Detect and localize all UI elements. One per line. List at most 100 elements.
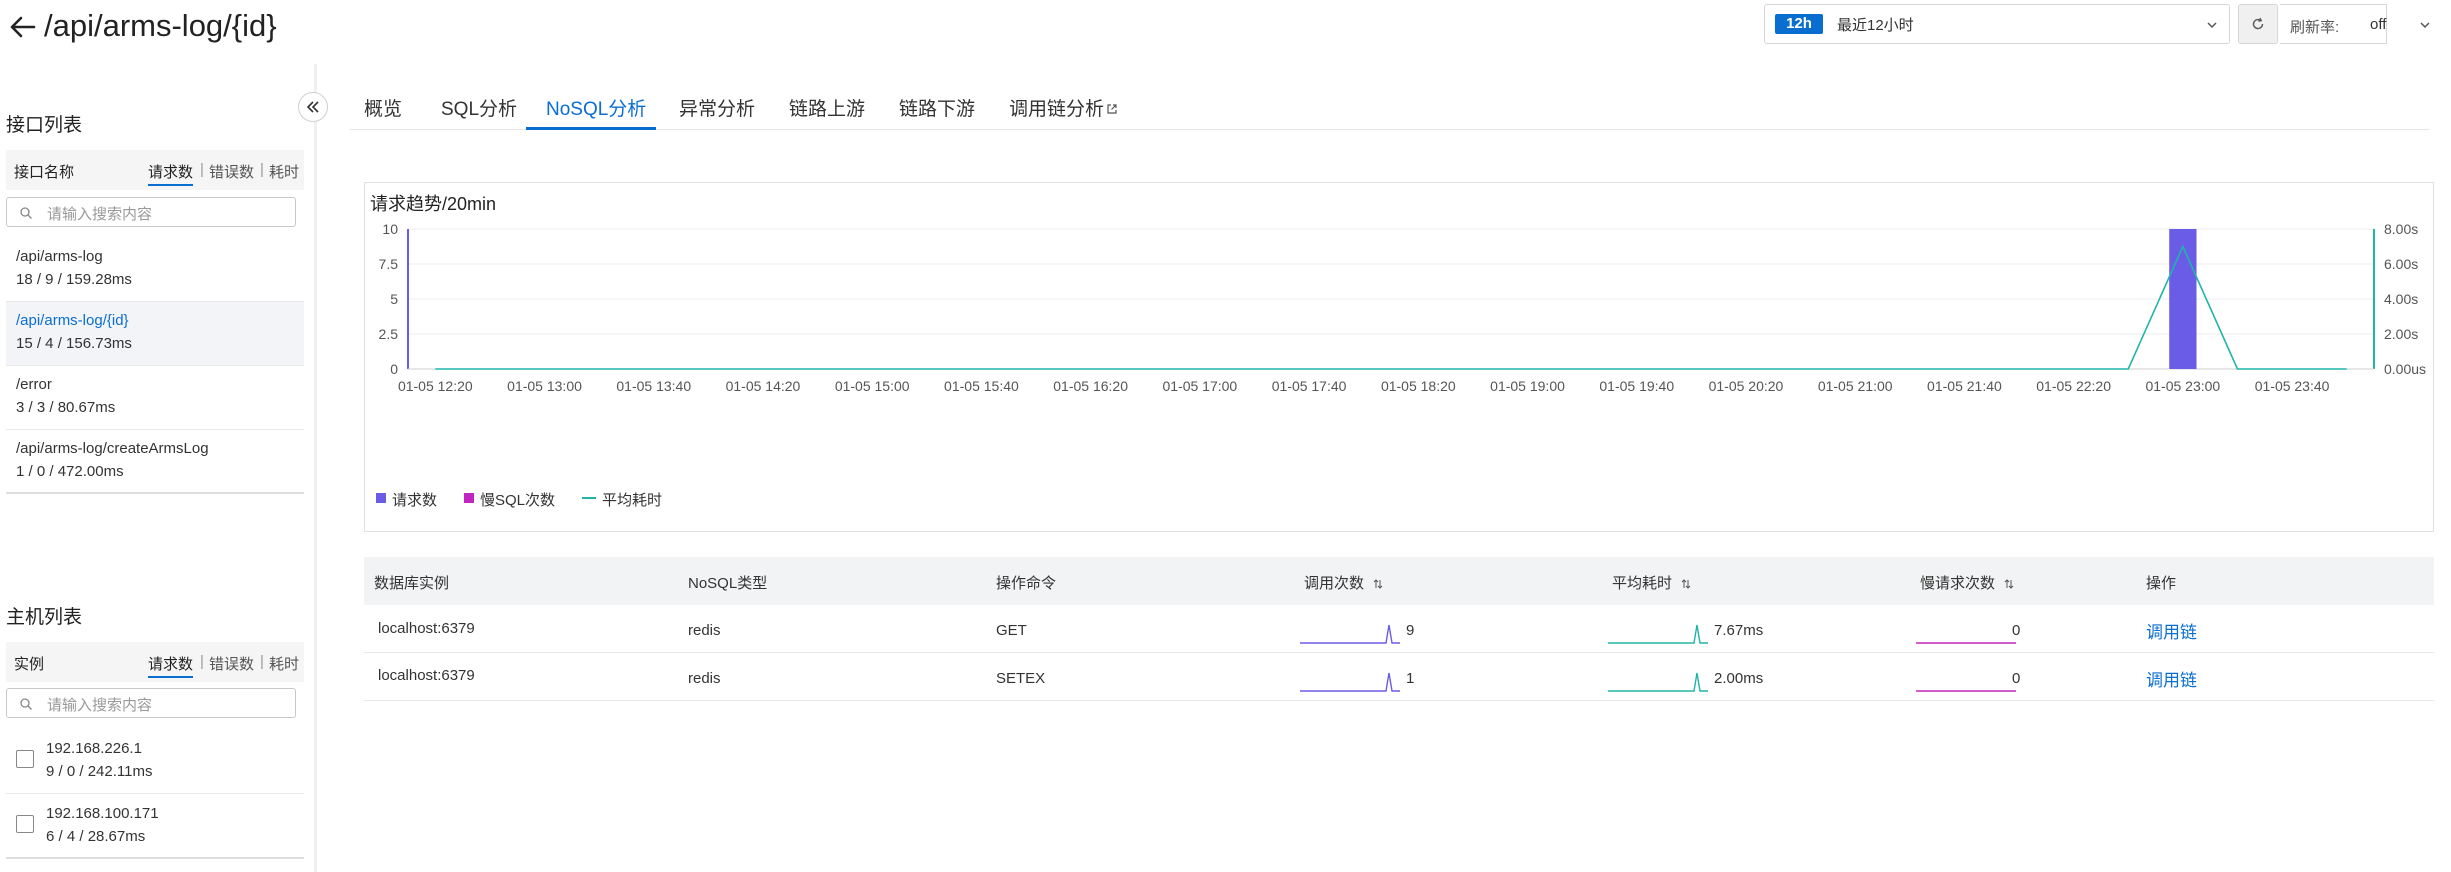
api-stat: 1 / 0 / 472.00ms [16, 463, 124, 480]
tab-sql-analysis[interactable]: SQL分析 [441, 94, 517, 121]
refresh-rate-control[interactable]: 刷新率: off [2280, 4, 2430, 44]
col-slow-requests[interactable]: 慢请求次数 [1920, 572, 2015, 593]
host-list-item[interactable]: 192.168.100.171 6 / 4 / 28.67ms [6, 795, 304, 859]
x-tick-label: 01-05 13:40 [616, 378, 691, 394]
host-checkbox[interactable] [16, 750, 34, 768]
col-nosql-type: NoSQL类型 [688, 575, 768, 592]
api-list-item-selected[interactable]: /api/arms-log/{id} 15 / 4 / 156.73ms [6, 302, 304, 366]
api-name: /api/arms-log/{id} [16, 312, 129, 329]
legend-item-avg-time[interactable]: 平均耗时 [582, 489, 662, 510]
double-chevron-left-icon [306, 101, 319, 113]
y-left-tick-label: 2.5 [379, 326, 399, 342]
api-stat: 15 / 4 / 156.73ms [16, 335, 132, 352]
bar-requests [2169, 229, 2197, 369]
refresh-icon [2252, 17, 2264, 30]
metric-tab-errors[interactable]: 错误数 [209, 653, 254, 674]
api-stat: 3 / 3 / 80.67ms [16, 399, 116, 416]
y-left-tick-label: 0 [390, 361, 398, 377]
host-search-placeholder: 请输入搜索内容 [47, 697, 153, 714]
y-right-tick-label: 6.00s [2384, 256, 2418, 272]
sort-icon[interactable] [2003, 578, 2015, 590]
x-tick-label: 01-05 14:20 [726, 378, 801, 394]
cell-command: SETEX [996, 670, 1046, 687]
api-list-title: 接口列表 [6, 115, 83, 136]
api-list-header: 接口名称 请求数 | 错误数 | 耗时 [6, 150, 304, 190]
external-link-icon [1107, 104, 1117, 114]
x-tick-label: 01-05 21:40 [1927, 378, 2002, 394]
y-right-tick-label: 0.00us [2384, 361, 2426, 377]
host-search-input[interactable]: 请输入搜索内容 [6, 688, 296, 718]
host-checkbox[interactable] [16, 815, 34, 833]
chart-title: 请求趋势/20min [370, 194, 497, 214]
legend-item-slow-sql[interactable]: 慢SQL次数 [464, 489, 555, 510]
x-tick-label: 01-05 17:40 [1272, 378, 1347, 394]
avg-time-sparkline [1608, 672, 1708, 692]
sort-icon[interactable] [1680, 578, 1692, 590]
api-search-placeholder: 请输入搜索内容 [47, 206, 153, 223]
tab-exception-analysis[interactable]: 异常分析 [679, 94, 755, 121]
tab-downstream[interactable]: 链路下游 [899, 94, 975, 121]
sort-icon[interactable] [1372, 578, 1384, 590]
y-left-tick-label: 10 [382, 221, 398, 237]
cell-slow: 0 [2012, 670, 2021, 687]
time-range-select[interactable]: 12h 最近12小时 [1764, 4, 2230, 44]
api-name-column: 接口名称 [14, 164, 75, 181]
host-list-item[interactable]: 192.168.226.1 9 / 0 / 242.11ms [6, 730, 304, 794]
time-range-badge: 12h [1775, 14, 1823, 34]
x-tick-label: 01-05 15:40 [944, 378, 1019, 394]
collapse-sidebar-button[interactable] [298, 92, 328, 122]
legend-item-requests[interactable]: 请求数 [376, 489, 437, 510]
host-stat: 9 / 0 / 242.11ms [46, 763, 153, 780]
slow-requests-sparkline [1916, 642, 2016, 644]
search-icon [20, 698, 32, 710]
tab-overview[interactable]: 概览 [364, 94, 402, 121]
col-command: 操作命令 [996, 575, 1057, 592]
table-row: localhost:6379 redis SETEX 1 2.00ms 0 调用… [364, 653, 2434, 701]
tab-trace-analysis[interactable]: 调用链分析 [1009, 94, 1118, 121]
col-action: 操作 [2146, 575, 2177, 592]
host-name: 192.168.100.171 [46, 805, 159, 822]
api-name: /error [16, 376, 52, 393]
cell-calls: 1 [1406, 670, 1415, 687]
api-list-item[interactable]: /error 3 / 3 / 80.67ms [6, 366, 304, 430]
x-tick-label: 01-05 12:20 [398, 378, 473, 394]
nosql-table-header: 数据库实例 NoSQL类型 操作命令 调用次数 平均耗时 慢请求次数 操作 [364, 557, 2434, 605]
api-list-item[interactable]: /api/arms-log/createArmsLog 1 / 0 / 472.… [6, 430, 304, 494]
cell-avg-time: 2.00ms [1714, 670, 1764, 687]
calls-sparkline [1300, 624, 1400, 644]
col-calls[interactable]: 调用次数 [1304, 572, 1384, 593]
host-name-column: 实例 [14, 656, 45, 673]
sidebar-divider[interactable] [314, 64, 317, 872]
metric-tab-duration[interactable]: 耗时 [269, 653, 299, 674]
api-search-input[interactable]: 请输入搜索内容 [6, 197, 296, 227]
metric-tab-requests[interactable]: 请求数 [148, 161, 194, 186]
chart-legend: 请求数 慢SQL次数 平均耗时 [376, 489, 776, 509]
trace-link[interactable]: 调用链 [2146, 618, 2197, 643]
tab-upstream[interactable]: 链路上游 [789, 94, 865, 121]
metric-tab-duration[interactable]: 耗时 [269, 161, 299, 182]
x-tick-label: 01-05 23:40 [2255, 378, 2330, 394]
y-left-tick-label: 5 [390, 291, 398, 307]
chevron-down-icon [2207, 22, 2217, 29]
cell-slow: 0 [2012, 622, 2021, 639]
col-avg-time[interactable]: 平均耗时 [1612, 572, 1692, 593]
host-list-header: 实例 请求数 | 错误数 | 耗时 [6, 642, 304, 682]
active-tab-indicator [526, 127, 656, 130]
metric-tab-errors[interactable]: 错误数 [209, 161, 254, 182]
request-trend-chart: 0 2.5 5 7.5 10 0.00us 2.00s 4.00s 6.00s 8.00s 01-0… [379, 221, 2427, 394]
cell-avg-time: 7.67ms [1714, 622, 1764, 639]
x-tick-label: 01-05 17:00 [1162, 378, 1237, 394]
x-tick-label: 01-05 22:20 [2036, 378, 2111, 394]
refresh-button[interactable] [2238, 4, 2278, 44]
cell-instance: localhost:6379 [378, 667, 475, 684]
tab-nosql-analysis[interactable]: NoSQL分析 [546, 94, 646, 121]
api-list-item[interactable]: /api/arms-log 18 / 9 / 159.28ms [6, 238, 304, 302]
back-arrow-icon[interactable] [6, 10, 40, 44]
cell-command: GET [996, 622, 1027, 639]
refresh-rate-label: 刷新率: [2290, 19, 2340, 36]
cell-type: redis [688, 670, 721, 687]
metric-tab-requests[interactable]: 请求数 [148, 653, 194, 678]
refresh-rate-value[interactable]: off [2370, 16, 2386, 33]
x-tick-label: 01-05 20:20 [1709, 378, 1784, 394]
trace-link[interactable]: 调用链 [2146, 666, 2197, 691]
